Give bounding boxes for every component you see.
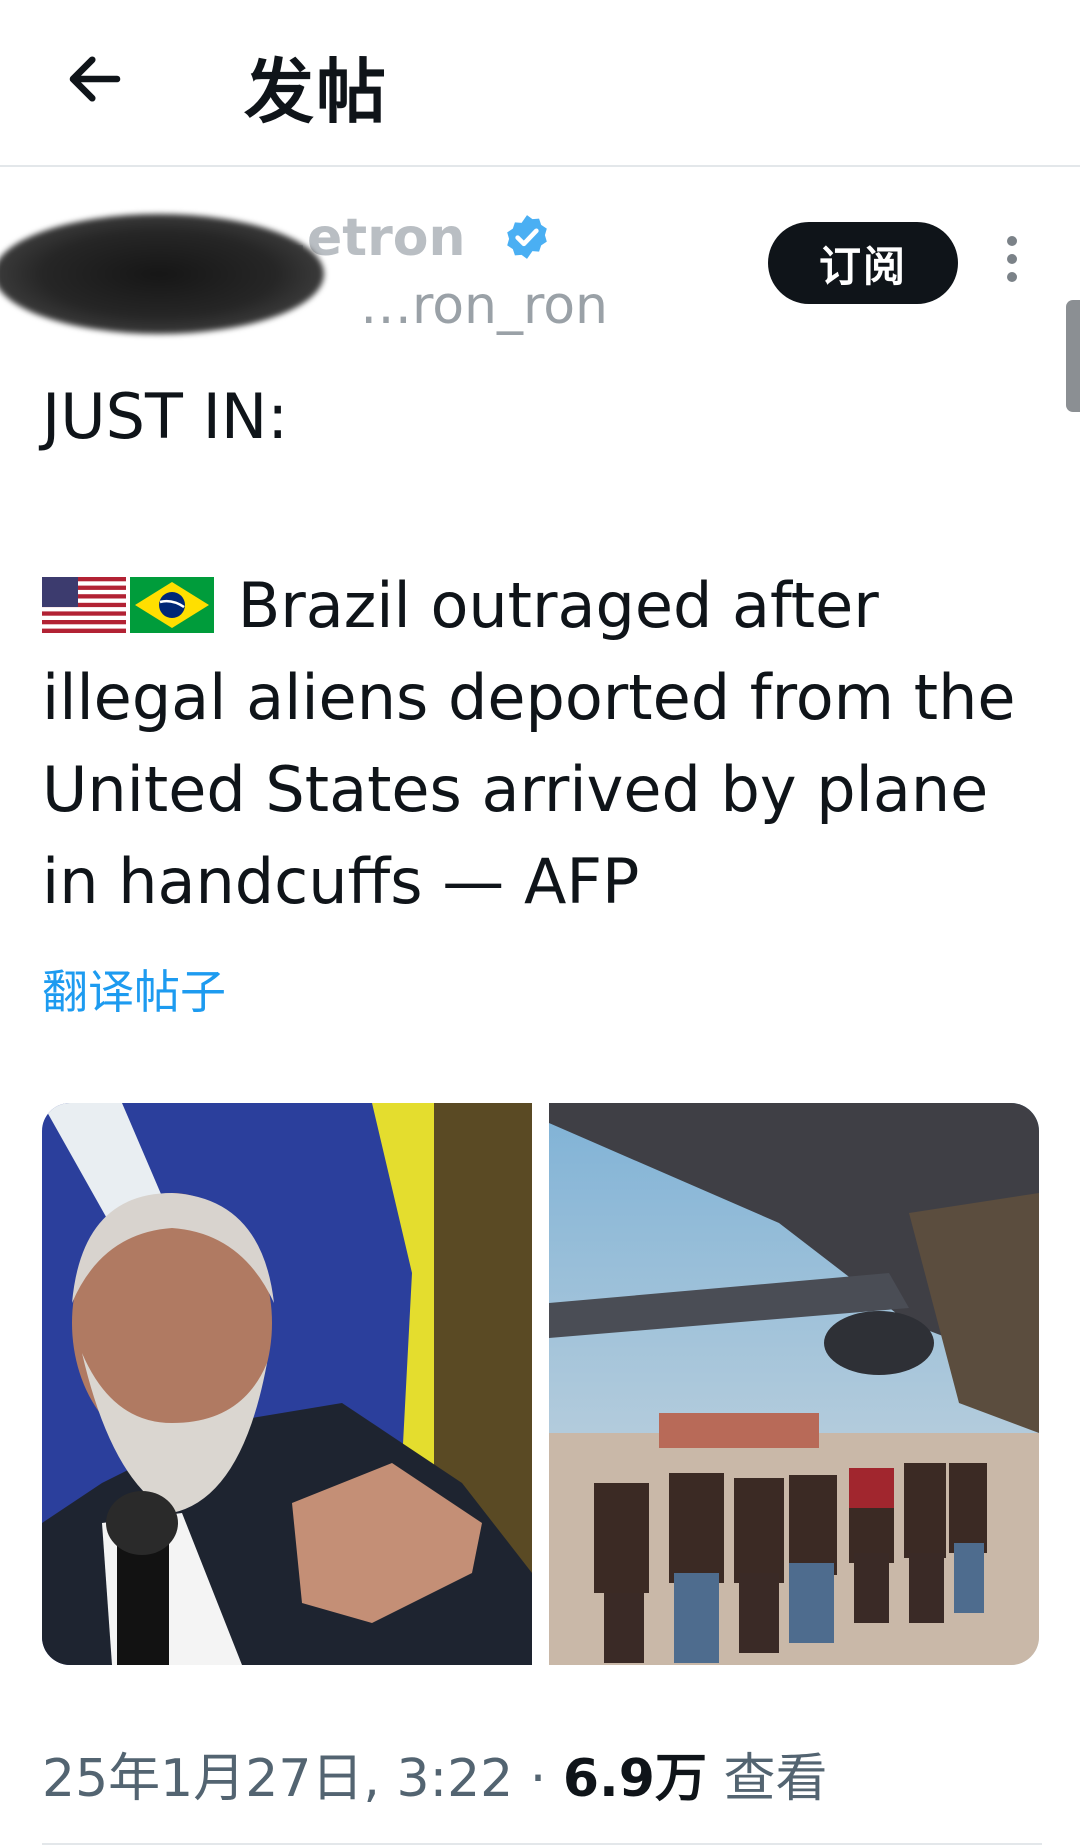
translate-post-link[interactable]: 翻译帖子 (42, 956, 226, 1022)
divider (42, 1843, 1042, 1845)
page-title: 发帖 (244, 51, 388, 133)
post-body: Brazil outraged after illegal aliens dep… (42, 560, 1052, 928)
more-vertical-icon[interactable] (1000, 236, 1024, 296)
scrollbar[interactable] (1066, 300, 1080, 412)
subscribe-button[interactable]: 订阅 (768, 222, 958, 304)
media-grid[interactable] (42, 1103, 1039, 1665)
photo-deportees-boarding-plane[interactable] (549, 1103, 1039, 1665)
post-datetime[interactable]: 25年1月27日, 3:22 (42, 1749, 513, 1809)
author-block[interactable]: …etron …ron_ron (0, 196, 700, 356)
post-meta: 25年1月27日, 3:22 · 6.9万 查看 (42, 1736, 828, 1811)
views-label: 查看 (723, 1749, 828, 1809)
views-count: 6.9万 (562, 1749, 707, 1809)
top-bar: 发帖 (0, 0, 1080, 167)
verified-badge-icon (507, 215, 547, 259)
meta-separator: · (529, 1749, 547, 1809)
post-heading: JUST IN: (42, 380, 289, 453)
arrow-left-icon[interactable] (62, 46, 128, 112)
brazil-flag-icon (130, 577, 214, 633)
photo-lula-speaking[interactable] (42, 1103, 532, 1665)
us-flag-icon (42, 577, 126, 633)
author-handle[interactable]: …ron_ron (360, 276, 608, 336)
redaction-scribble (0, 214, 324, 334)
